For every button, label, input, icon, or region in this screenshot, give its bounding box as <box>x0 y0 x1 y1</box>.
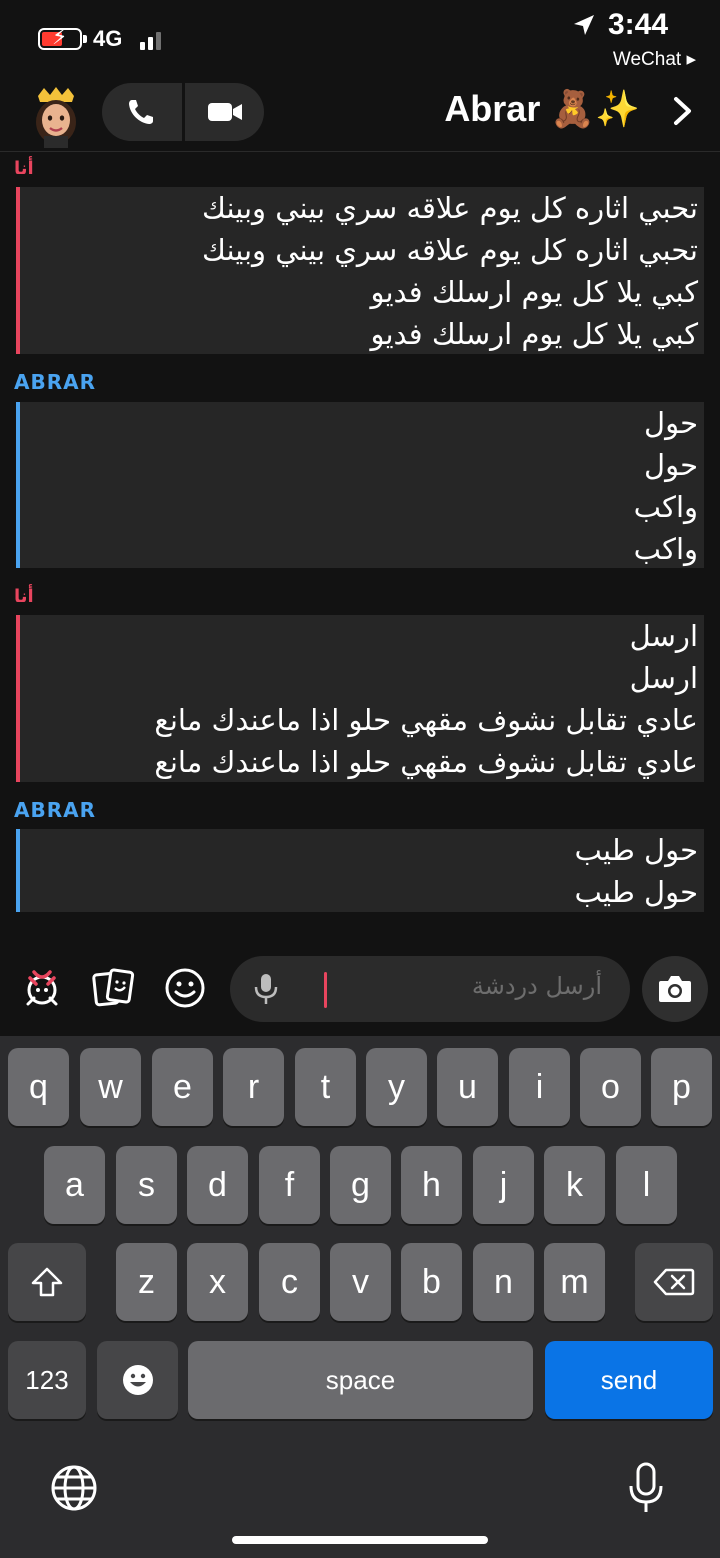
camera-button[interactable] <box>642 956 708 1022</box>
composer-bar: أرسل دردشة <box>0 942 720 1036</box>
key-r[interactable]: r <box>223 1048 284 1126</box>
message-line: واكب <box>633 532 698 566</box>
message-line: حول طيب <box>574 875 698 909</box>
key-l[interactable]: l <box>616 1146 677 1224</box>
key-f[interactable]: f <box>259 1146 320 1224</box>
battery-icon: ⚡ <box>38 27 87 50</box>
signal-icon <box>140 30 170 50</box>
clock: 3:44 <box>607 8 668 41</box>
chat-input[interactable]: أرسل دردشة <box>230 956 630 1022</box>
key-z[interactable]: z <box>116 1243 177 1321</box>
keyboard: q w e r t y u i o p a s d f g h j k l z … <box>0 1036 720 1558</box>
key-m[interactable]: m <box>544 1243 605 1321</box>
numbers-key[interactable]: 123 <box>8 1341 86 1419</box>
key-o[interactable]: o <box>580 1048 641 1126</box>
chat-thread[interactable]: أنا تحبي اثاره كل يوم علاقه سري بيني وبي… <box>0 152 720 942</box>
key-a[interactable]: a <box>44 1146 105 1224</box>
chat-header: Abrar 🧸✨ <box>0 80 720 152</box>
sender-label: أنا <box>14 586 34 607</box>
sender-label: ABRAR <box>14 370 97 394</box>
message-line: تحبي اثاره كل يوم علاقه سري بيني وبينك <box>202 191 698 225</box>
key-k[interactable]: k <box>544 1146 605 1224</box>
key-t[interactable]: t <box>295 1048 356 1126</box>
gift-bitmoji-icon[interactable] <box>20 966 64 1010</box>
text-caret <box>324 972 327 1008</box>
message-line: عادي تقابل نشوف مقهي حلو اذا ماعندك مانع <box>154 745 698 779</box>
backspace-key[interactable] <box>635 1243 713 1321</box>
message-line: حول <box>644 448 698 482</box>
key-j[interactable]: j <box>473 1146 534 1224</box>
message-group[interactable]: ارسل ارسل عادي تقابل نشوف مقهي حلو اذا م… <box>16 615 704 782</box>
sender-label: أنا <box>14 158 34 179</box>
dictation-mic-icon[interactable] <box>628 1462 664 1514</box>
message-line: حول <box>644 406 698 440</box>
send-key[interactable]: send <box>545 1341 713 1419</box>
key-e[interactable]: e <box>152 1048 213 1126</box>
camera-icon <box>659 976 691 1002</box>
key-x[interactable]: x <box>187 1243 248 1321</box>
key-u[interactable]: u <box>437 1048 498 1126</box>
message-line: تحبي اثاره كل يوم علاقه سري بيني وبينك <box>202 233 698 267</box>
message-line: كبي يلا كل يوم ارسلك فديو <box>370 275 698 309</box>
microphone-icon[interactable] <box>252 972 280 1006</box>
emoji-key[interactable] <box>97 1341 178 1419</box>
key-i[interactable]: i <box>509 1048 570 1126</box>
message-line: كبي يلا كل يوم ارسلك فديو <box>370 317 698 351</box>
key-y[interactable]: y <box>366 1048 427 1126</box>
phone-icon[interactable] <box>126 97 160 127</box>
stickers-icon[interactable] <box>92 966 136 1010</box>
contact-name[interactable]: Abrar 🧸✨ <box>444 88 640 130</box>
key-p[interactable]: p <box>651 1048 712 1126</box>
location-arrow-icon <box>574 15 594 35</box>
backspace-icon <box>653 1268 695 1296</box>
back-to-app-link[interactable]: WeChat ▸ <box>613 48 696 71</box>
sender-label: ABRAR <box>14 798 97 822</box>
status-bar: ⚡ 4G 3:44 WeChat ▸ <box>0 0 720 80</box>
message-group[interactable]: تحبي اثاره كل يوم علاقه سري بيني وبينك ت… <box>16 187 704 354</box>
network-type: 4G <box>93 26 123 51</box>
message-group[interactable]: حول طيب حول طيب <box>16 829 704 912</box>
message-line: حول طيب <box>574 833 698 867</box>
key-b[interactable]: b <box>401 1243 462 1321</box>
key-q[interactable]: q <box>8 1048 69 1126</box>
emoji-face-icon <box>122 1365 153 1395</box>
bitmoji-avatar[interactable] <box>30 86 82 148</box>
message-line: ارسل <box>629 619 698 653</box>
message-line: ارسل <box>629 661 698 695</box>
home-indicator[interactable] <box>232 1536 488 1544</box>
globe-icon[interactable] <box>50 1464 98 1512</box>
key-v[interactable]: v <box>330 1243 391 1321</box>
message-line: عادي تقابل نشوف مقهي حلو اذا ماعندك مانع <box>154 703 698 737</box>
message-group[interactable]: حول حول واكب واكب <box>16 402 704 568</box>
key-n[interactable]: n <box>473 1243 534 1321</box>
shift-arrow-icon <box>31 1267 63 1297</box>
key-g[interactable]: g <box>330 1146 391 1224</box>
video-call-icon[interactable] <box>206 97 244 127</box>
shift-key[interactable] <box>8 1243 86 1321</box>
chevron-right-icon[interactable] <box>672 96 694 126</box>
key-w[interactable]: w <box>80 1048 141 1126</box>
emoji-icon[interactable] <box>163 966 207 1010</box>
key-h[interactable]: h <box>401 1146 462 1224</box>
space-key[interactable]: space <box>188 1341 533 1419</box>
chat-input-placeholder: أرسل دردشة <box>471 972 602 1000</box>
message-line: واكب <box>633 490 698 524</box>
key-c[interactable]: c <box>259 1243 320 1321</box>
call-controls <box>102 83 264 141</box>
key-d[interactable]: d <box>187 1146 248 1224</box>
key-s[interactable]: s <box>116 1146 177 1224</box>
